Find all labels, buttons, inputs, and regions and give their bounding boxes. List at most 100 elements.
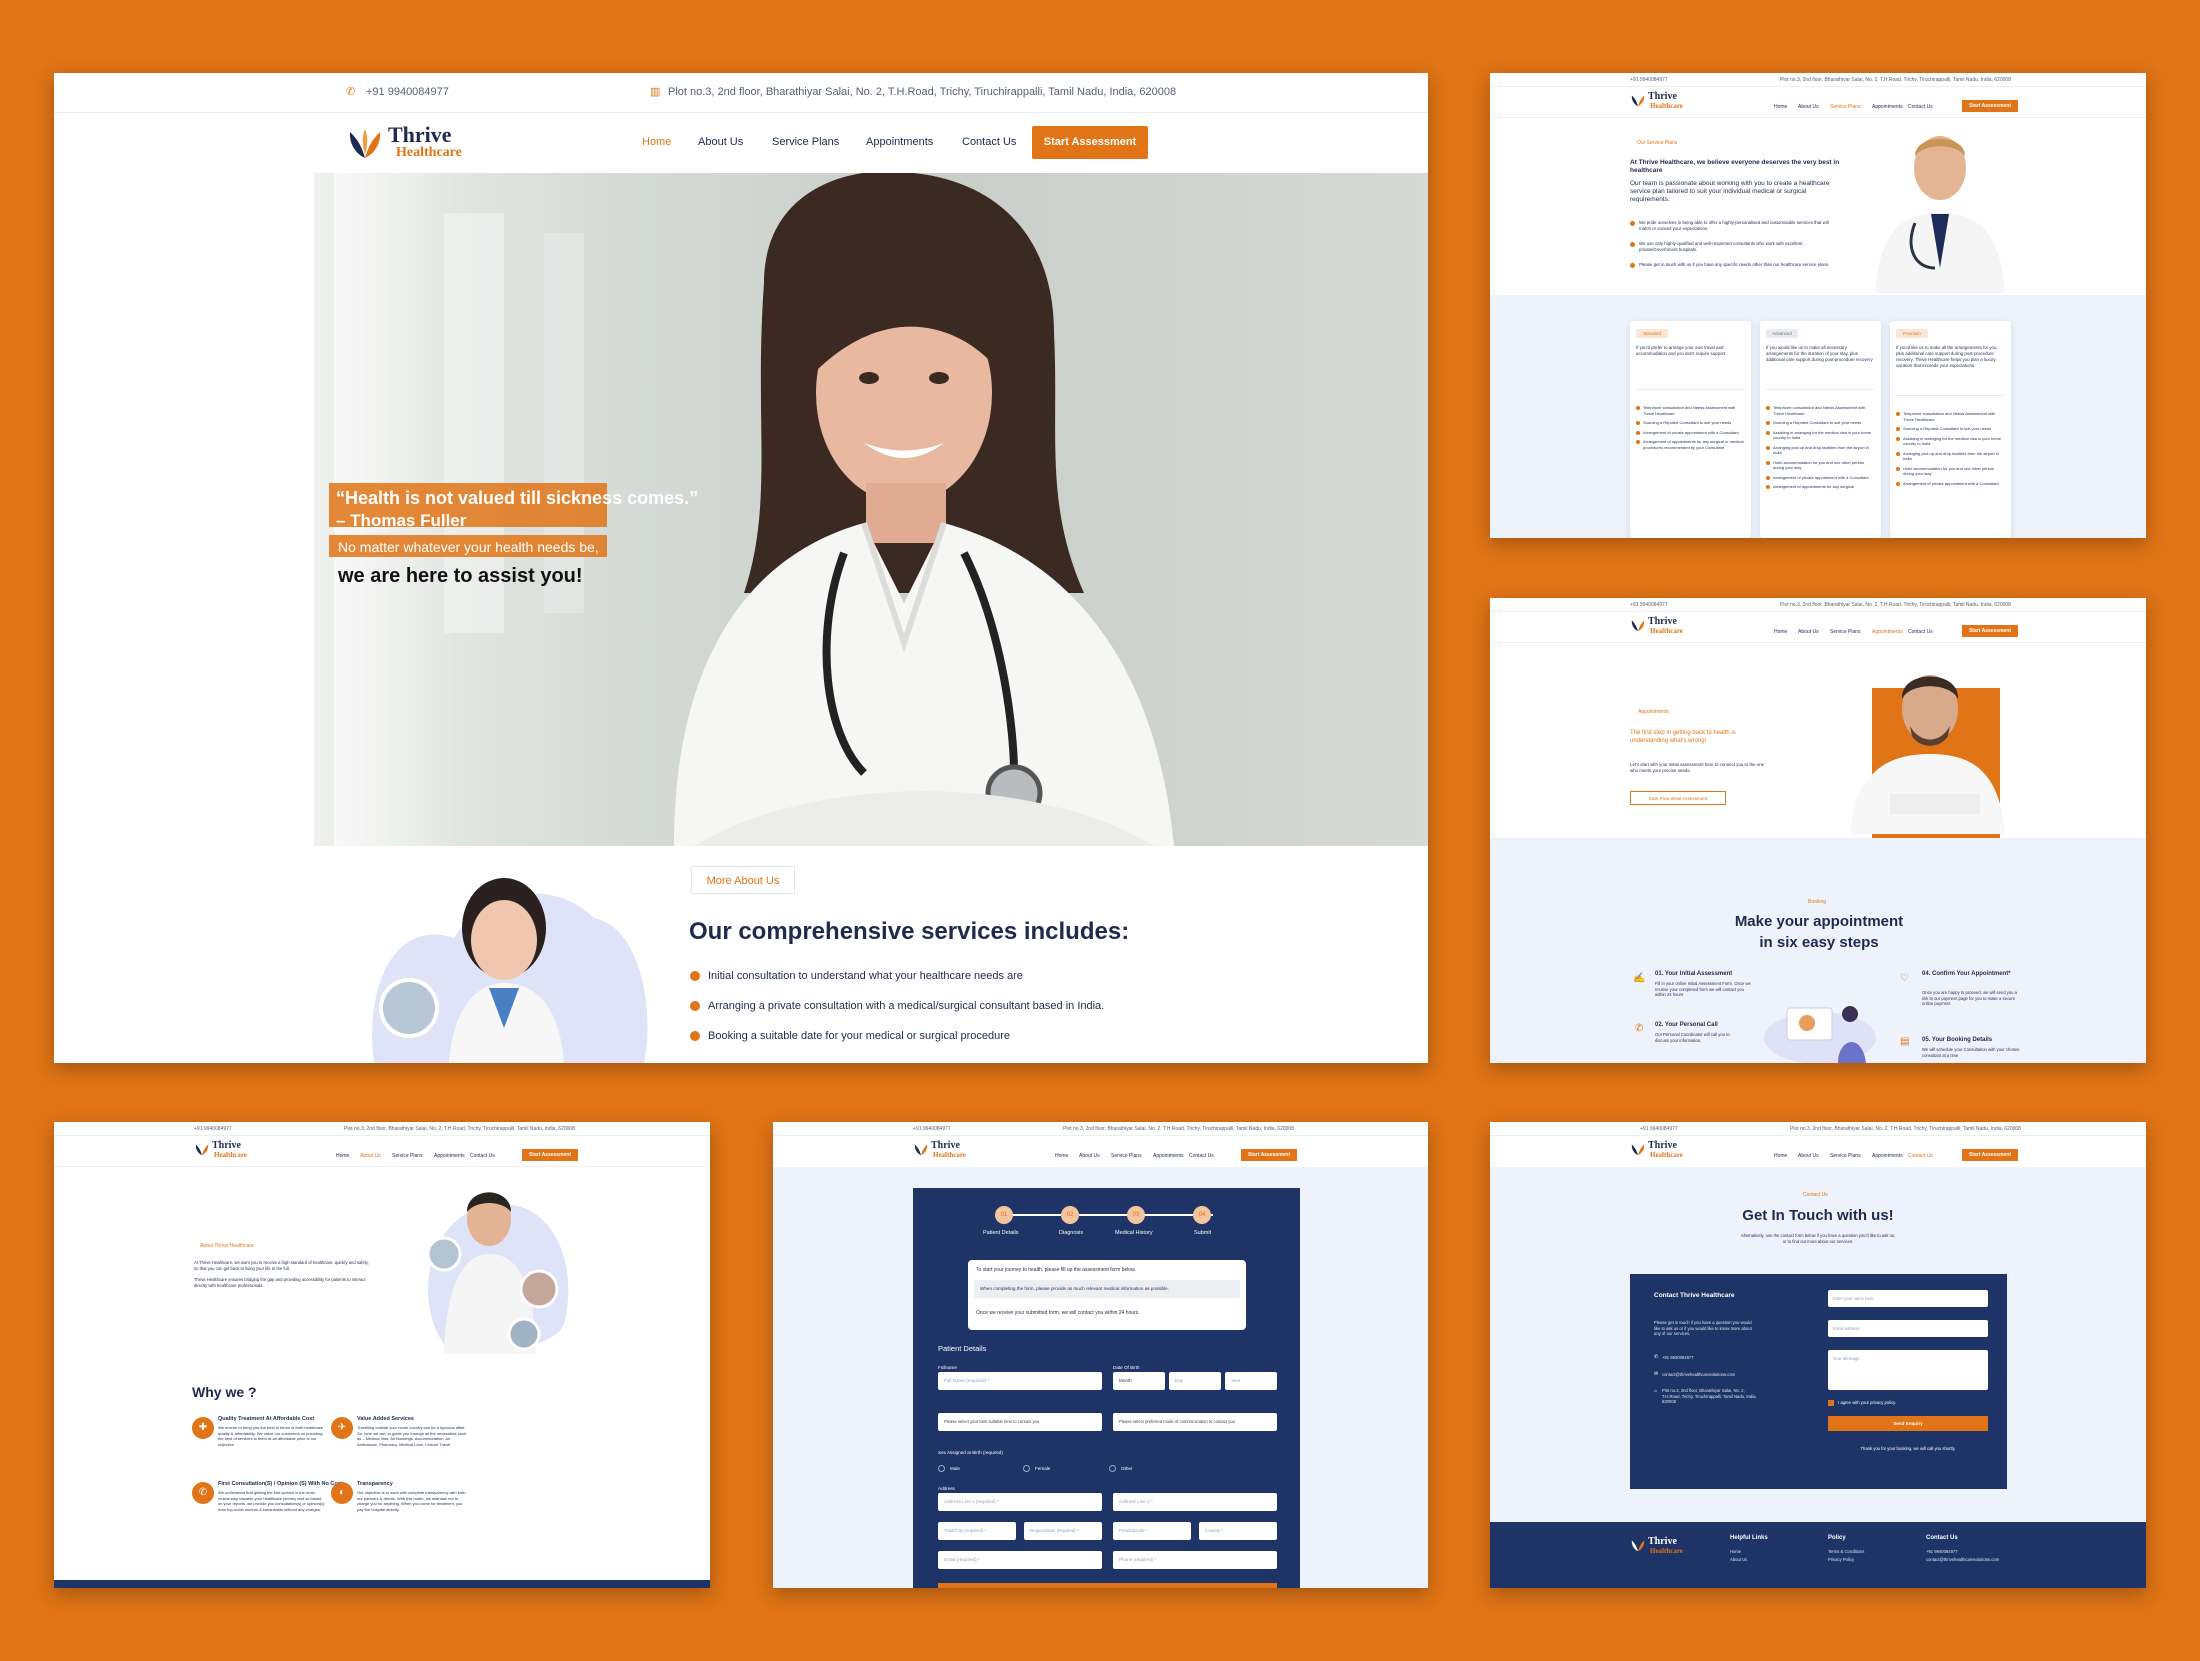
nav-plans[interactable]: Service Plans [1111, 1153, 1142, 1159]
nav-plans[interactable]: Service Plans [1830, 629, 1861, 635]
thrive-logo-icon[interactable] [1630, 1142, 1646, 1156]
nav-home[interactable]: Home [336, 1153, 349, 1159]
nav-appointments[interactable]: Appointments [1872, 629, 1903, 635]
thrive-logo-icon[interactable] [913, 1142, 929, 1156]
nav-plans[interactable]: Service Plans [772, 136, 839, 148]
start-assessment-button[interactable]: Start Assessment [522, 1149, 578, 1161]
contact-time-select[interactable]: Please select your best suitable time to… [938, 1413, 1102, 1431]
step-1-circle[interactable]: 01 [995, 1206, 1013, 1224]
year-input[interactable]: Year [1225, 1372, 1277, 1390]
plan-card-premium: Premium If you'd like us to make all the… [1890, 321, 2011, 538]
country-select[interactable]: Country * [1199, 1522, 1277, 1540]
footer-link-about[interactable]: About Us [1730, 1557, 1747, 1562]
footer-link-terms[interactable]: Terms & Conditions [1828, 1549, 1864, 1554]
topbar-address: Plot no.3, 2nd floor, Bharathiyar Salai,… [668, 86, 1177, 98]
hero-banner: “Health is not valued till sickness come… [314, 173, 1428, 846]
location-icon: ⌂ [1654, 1388, 1658, 1394]
thrive-logo-icon[interactable] [194, 1142, 210, 1156]
hero-tagline-2: we are here to assist you! [338, 565, 583, 587]
nav-about[interactable]: About Us [1798, 1153, 1819, 1159]
nav-about[interactable]: About Us [1079, 1153, 1100, 1159]
nav-home[interactable]: Home [1774, 104, 1787, 110]
step-4-circle[interactable]: 04 [1193, 1206, 1211, 1224]
footer-link-home[interactable]: Home [1730, 1549, 1741, 1554]
step-3-circle[interactable]: 03 [1127, 1206, 1145, 1224]
start-assessment-button[interactable]: Start Assessment [1962, 625, 2018, 637]
nav-appointments[interactable]: Appointments [1872, 104, 1903, 110]
message-textarea[interactable]: Your Message [1828, 1350, 1988, 1390]
male-radio[interactable] [938, 1465, 945, 1472]
month-select[interactable]: Month [1113, 1372, 1165, 1390]
nav-contact[interactable]: Contact Us [1189, 1153, 1214, 1159]
footer-phone[interactable]: +91 9940084977 [1926, 1549, 1958, 1554]
appointments-screenshot: +91 9940084977 Plot no.3, 2nd floor, Bha… [1490, 598, 2146, 1063]
contact-page-screenshot: +91 9940084977 Plot no.3, 2nd floor, Bha… [1490, 1122, 2146, 1588]
booking-icon: ▤ [1900, 1036, 1910, 1047]
why-we-title: Why we ? [192, 1384, 257, 1400]
topbar-phone[interactable]: +91 9940084977 [366, 86, 449, 98]
next-button[interactable] [938, 1583, 1277, 1588]
address-line-2-input[interactable]: Address Line 2 * [1113, 1493, 1277, 1511]
start-free-assessment-button[interactable]: Start Free Initial Assessment [1630, 791, 1726, 805]
name-input[interactable]: Enter your name here [1828, 1290, 1988, 1307]
nav-appointments[interactable]: Appointments [1872, 1153, 1903, 1159]
start-assessment-button[interactable]: Start Assessment [1962, 100, 2018, 112]
list-item: Initial consultation to understand what … [690, 970, 1023, 982]
start-assessment-button[interactable]: Start Assessment [1962, 1149, 2018, 1161]
other-radio[interactable] [1109, 1465, 1116, 1472]
nav-home[interactable]: Home [1774, 1153, 1787, 1159]
logo-text-healthcare: Healthcare [396, 145, 462, 160]
thrive-logo-icon[interactable] [1630, 93, 1646, 107]
list-item: Booking a suitable date for your medical… [690, 1030, 1010, 1042]
hero-quote: “Health is not valued till sickness come… [336, 488, 699, 508]
privacy-checkbox[interactable] [1828, 1400, 1834, 1406]
home-page-screenshot: ✆ +91 9940084977 ▥ Plot no.3, 2nd floor,… [54, 73, 1428, 1063]
female-radio[interactable] [1023, 1465, 1030, 1472]
email-input[interactable]: Email address [1828, 1320, 1988, 1337]
town-input[interactable]: Town/City (required) * [938, 1522, 1016, 1540]
nav-home[interactable]: Home [1774, 629, 1787, 635]
send-enquiry-button[interactable]: Send Enquiry [1828, 1416, 1988, 1431]
nav-contact[interactable]: Contact Us [1908, 629, 1933, 635]
nav-appointments[interactable]: Appointments [866, 136, 933, 148]
thrive-logo-icon[interactable] [1630, 618, 1646, 632]
postcode-input[interactable]: Post/Zipcode * [1113, 1522, 1191, 1540]
hero-tagline-1: No matter whatever your health needs be, [338, 539, 599, 555]
nav-appointments[interactable]: Appointments [1153, 1153, 1184, 1159]
phone-input[interactable]: Phone (required) * [1113, 1551, 1277, 1569]
nav-appointments[interactable]: Appointments [434, 1153, 465, 1159]
nav-contact[interactable]: Contact Us [962, 136, 1016, 148]
intro-note: To start your journey to health, please … [968, 1260, 1246, 1330]
email-input[interactable]: Email (required) * [938, 1551, 1102, 1569]
nav-contact[interactable]: Contact Us [1908, 104, 1933, 110]
more-about-button[interactable]: More About Us [691, 866, 795, 894]
nav-home[interactable]: Home [642, 136, 671, 148]
booking-illustration [1764, 1006, 1876, 1063]
day-input[interactable]: Day [1169, 1372, 1221, 1390]
map-icon: ▥ [650, 86, 661, 98]
thrive-logo-icon[interactable] [1630, 1538, 1646, 1552]
nav-about[interactable]: About Us [1798, 629, 1819, 635]
nav-contact[interactable]: Contact Us [1908, 1153, 1933, 1159]
address-line-1-input[interactable]: Address Line 1 (required) * [938, 1493, 1102, 1511]
contact-mode-select[interactable]: Please select preferred mode of communic… [1113, 1413, 1277, 1431]
nav-home[interactable]: Home [1055, 1153, 1068, 1159]
step-2-circle[interactable]: 02 [1061, 1206, 1079, 1224]
thrive-logo-icon[interactable] [346, 126, 384, 160]
footer-link-privacy[interactable]: Privacy Policy [1828, 1557, 1854, 1562]
nav-plans[interactable]: Service Plans [392, 1153, 423, 1159]
nav-about[interactable]: About Us [698, 136, 743, 148]
nav-about[interactable]: About Us [1798, 104, 1819, 110]
list-item: Arranging a private consultation with a … [690, 1000, 1104, 1012]
nav-plans[interactable]: Service Plans [1830, 104, 1861, 110]
nav-about[interactable]: About Us [360, 1153, 381, 1159]
nav-plans[interactable]: Service Plans [1830, 1153, 1861, 1159]
doctor-collage-image [426, 1192, 569, 1354]
fullname-input[interactable]: Full Name (required) * [938, 1372, 1102, 1390]
region-input[interactable]: Region/State (required) * [1024, 1522, 1102, 1540]
services-icon: ✈ [331, 1417, 353, 1439]
start-assessment-button[interactable]: Start Assessment [1032, 126, 1148, 159]
footer-email[interactable]: contact@thrivehealthcaresolutions.com [1926, 1557, 1999, 1562]
nav-contact[interactable]: Contact Us [470, 1153, 495, 1159]
start-assessment-button[interactable]: Start Assessment [1241, 1149, 1297, 1161]
